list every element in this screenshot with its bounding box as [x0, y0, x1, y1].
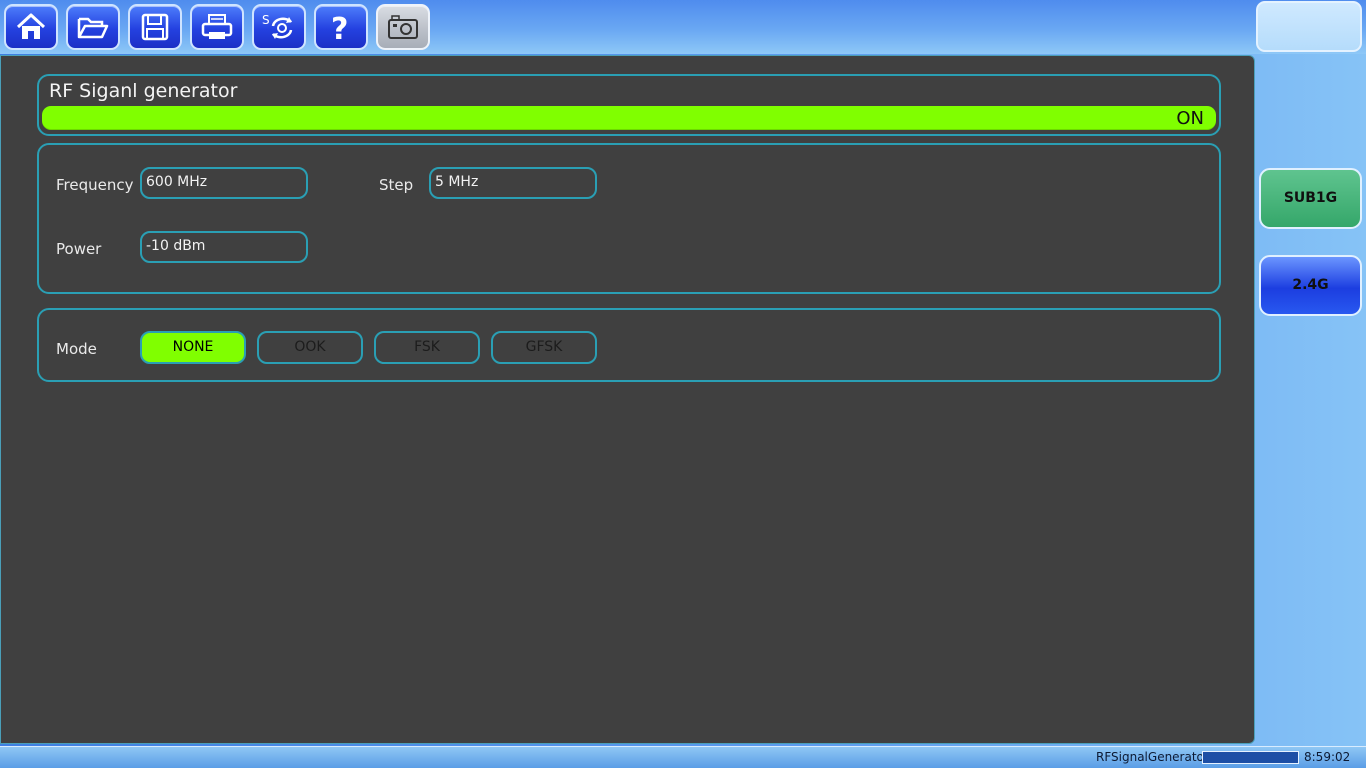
mode-group: Mode NONE OOK FSK GFSK [37, 308, 1221, 382]
status-bar: RFSignalGenerator 8:59:02 [0, 746, 1366, 768]
help-button[interactable]: ? [314, 4, 368, 50]
mode-label: Mode [56, 340, 97, 358]
mode-none-button[interactable]: NONE [140, 331, 246, 364]
frequency-field[interactable]: 600 MHz [140, 167, 308, 199]
status-clock: 8:59:02 [1304, 750, 1351, 764]
status-app-name: RFSignalGenerator [1096, 750, 1209, 764]
svg-text:S: S [262, 13, 270, 27]
frequency-label: Frequency [56, 176, 134, 194]
mode-ook-button[interactable]: OOK [257, 331, 363, 364]
top-toolbar: S ? [0, 0, 1366, 54]
power-label: Power [56, 240, 102, 258]
print-icon [201, 14, 233, 39]
open-button[interactable] [66, 4, 120, 50]
band-2-4g-button[interactable]: 2.4G [1259, 255, 1362, 316]
svg-text:?: ? [331, 12, 348, 44]
main-panel: RF Siganl generator ON Frequency 600 MHz… [0, 55, 1255, 744]
screenshot-button[interactable] [376, 4, 430, 50]
print-button[interactable] [190, 4, 244, 50]
status-progress-bar [1202, 751, 1299, 764]
sub1g-button[interactable]: SUB1G [1259, 168, 1362, 229]
step-field[interactable]: 5 MHz [429, 167, 597, 199]
generator-state-label: ON [1176, 108, 1204, 129]
home-button[interactable] [4, 4, 58, 50]
settings-sync-icon: S [262, 13, 293, 39]
mode-fsk-button[interactable]: FSK [374, 331, 480, 364]
home-icon [16, 13, 46, 39]
screenshot-icon [388, 15, 418, 39]
generator-header: RF Siganl generator ON [37, 74, 1221, 136]
step-label: Step [379, 176, 414, 194]
open-folder-icon [77, 17, 109, 39]
page-title: RF Siganl generator [49, 80, 238, 102]
power-field[interactable]: -10 dBm [140, 231, 308, 263]
parameters-group: Frequency 600 MHz Step 5 MHz Power -10 d… [37, 143, 1221, 294]
mode-gfsk-button[interactable]: GFSK [491, 331, 597, 364]
settings-sync-button[interactable]: S [252, 4, 306, 50]
help-icon: ? [331, 12, 348, 44]
save-button[interactable] [128, 4, 182, 50]
save-icon [141, 13, 169, 41]
top-right-panel[interactable] [1256, 1, 1362, 52]
generator-on-toggle[interactable]: ON [42, 106, 1216, 130]
